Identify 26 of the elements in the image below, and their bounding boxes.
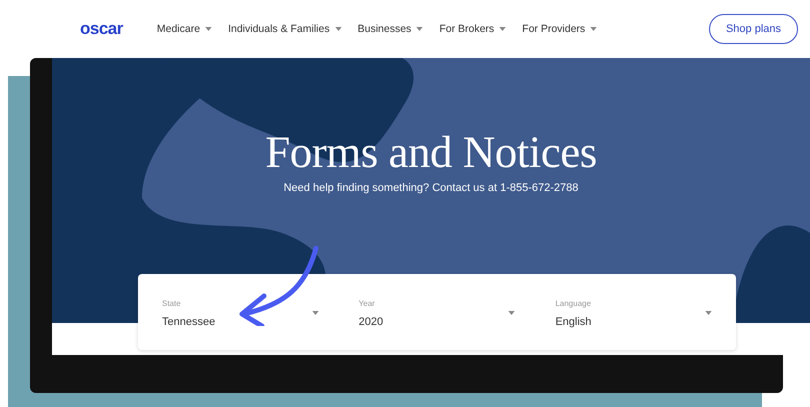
- menu-item[interactable]: For Providers: [522, 23, 598, 35]
- page-title: Forms and Notices: [265, 126, 597, 178]
- field-label: State: [162, 298, 182, 308]
- field-value: 2020: [358, 316, 384, 328]
- caret-icon: [705, 311, 712, 315]
- caret-icon: [590, 27, 598, 31]
- field-label: Year: [358, 298, 376, 308]
- dropdown-field[interactable]: Language English: [555, 274, 712, 350]
- contact-text: Need help finding something? Contact us at 1-855-672-2788: [284, 182, 578, 194]
- caret-icon: [416, 27, 424, 31]
- caret-icon: [205, 27, 212, 31]
- caret-icon: [312, 311, 319, 315]
- menu-item[interactable]: Individuals & Families: [228, 23, 342, 35]
- menu-item[interactable]: For Brokers: [439, 23, 506, 35]
- shop-plans-button[interactable]: Shop plans: [708, 14, 798, 44]
- dropdown-field[interactable]: State Tennessee: [162, 274, 319, 350]
- field-label: Language: [555, 298, 592, 308]
- field-value: English: [555, 316, 592, 328]
- dropdown-field[interactable]: Year 2020: [358, 274, 516, 350]
- field-value: Tennessee: [162, 316, 216, 328]
- menu-item[interactable]: Businesses: [358, 23, 424, 35]
- logo[interactable]: oscar: [80, 19, 123, 39]
- caret-icon: [499, 27, 506, 31]
- menu-item[interactable]: Medicare: [156, 23, 212, 35]
- caret-icon: [334, 27, 342, 31]
- caret-icon: [508, 311, 516, 315]
